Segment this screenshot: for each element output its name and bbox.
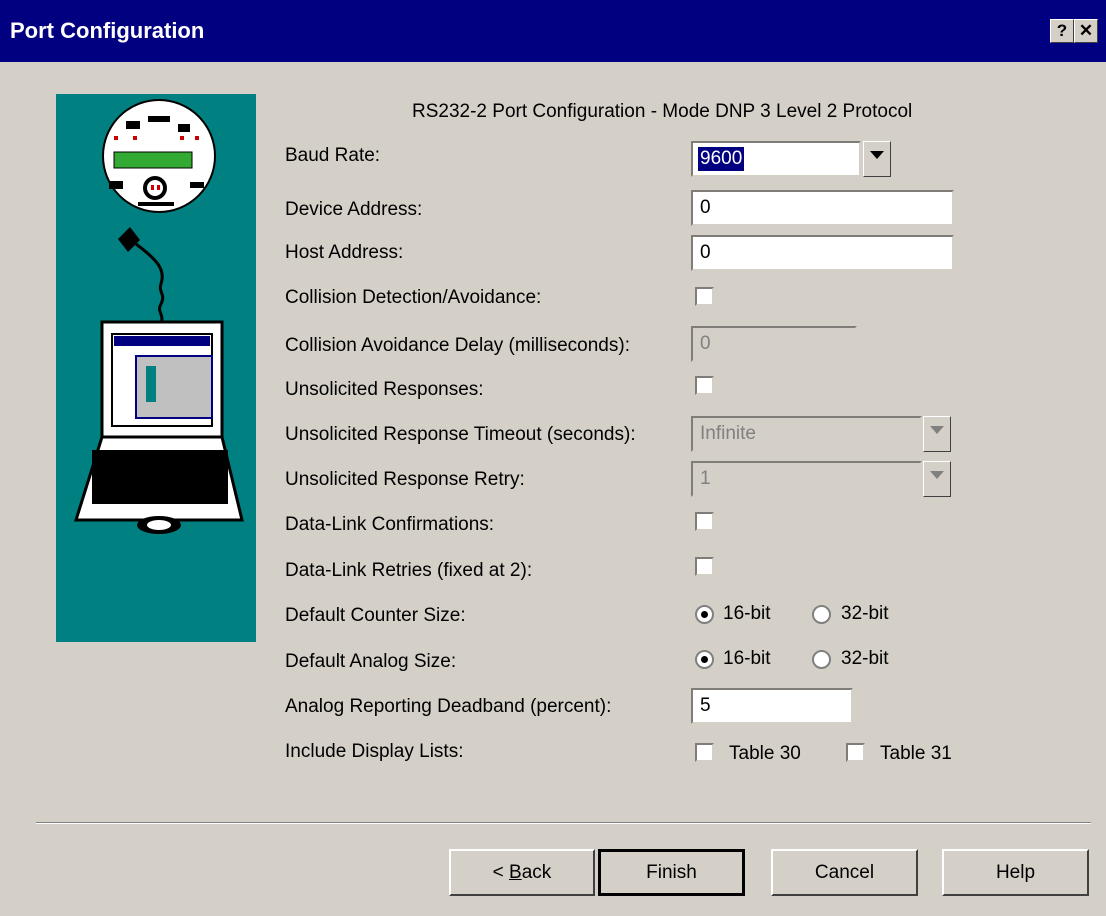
radio-selected-dot xyxy=(701,611,708,618)
table30-checkbox[interactable] xyxy=(695,743,714,762)
unsolicited-timeout-dropdown-button[interactable] xyxy=(923,416,951,452)
unsolicited-timeout-combo[interactable]: Infinite xyxy=(691,416,922,452)
window-title: Port Configuration xyxy=(10,18,205,43)
device-address-input[interactable]: 0 xyxy=(691,190,954,226)
cancel-button[interactable]: Cancel xyxy=(771,849,918,896)
datalink-retries-checkbox[interactable] xyxy=(695,557,714,576)
unsolicited-retry-label: Unsolicited Response Retry: xyxy=(285,469,525,490)
collision-detection-label: Collision Detection/Avoidance: xyxy=(285,287,542,308)
analog-size-32bit-radio[interactable] xyxy=(812,650,831,669)
collision-delay-input[interactable]: 0 xyxy=(691,326,857,362)
unsolicited-retry-combo[interactable]: 1 xyxy=(691,461,922,497)
counter-size-32bit-radio[interactable] xyxy=(812,605,831,624)
host-address-input[interactable]: 0 xyxy=(691,235,954,271)
counter-size-16bit-radio[interactable] xyxy=(695,605,714,624)
baud-rate-label: Baud Rate: xyxy=(285,145,381,166)
baud-rate-combo[interactable]: 9600 xyxy=(691,141,861,177)
unsolicited-timeout-label: Unsolicited Response Timeout (seconds): xyxy=(285,424,636,445)
laptop-icon xyxy=(73,320,244,534)
back-rest: ack xyxy=(521,862,552,883)
back-mnemonic: B xyxy=(509,862,522,883)
collision-detection-checkbox[interactable] xyxy=(695,287,714,306)
host-address-label: Host Address: xyxy=(285,242,404,263)
help-button[interactable]: Help xyxy=(942,849,1089,896)
counter-size-16bit-label: 16-bit xyxy=(723,603,771,624)
counter-size-32bit-label: 32-bit xyxy=(841,603,889,624)
display-lists-label: Include Display Lists: xyxy=(285,741,464,762)
collision-delay-label: Collision Avoidance Delay (milliseconds)… xyxy=(285,335,630,356)
chevron-down-icon xyxy=(930,426,944,434)
unsolicited-responses-label: Unsolicited Responses: xyxy=(285,379,484,400)
meter-icon xyxy=(102,99,216,213)
baud-rate-value: 9600 xyxy=(698,147,745,171)
analog-size-32bit-label: 32-bit xyxy=(841,648,889,669)
unsolicited-retry-dropdown-button[interactable] xyxy=(923,461,951,497)
analog-size-16bit-radio[interactable] xyxy=(695,650,714,669)
table30-label: Table 30 xyxy=(729,743,801,764)
baud-rate-dropdown-button[interactable] xyxy=(863,141,891,177)
chevron-down-icon xyxy=(870,151,884,159)
unsolicited-responses-checkbox[interactable] xyxy=(695,376,714,395)
datalink-confirmations-checkbox[interactable] xyxy=(695,512,714,531)
port-configuration-dialog: Port Configuration ? ✕ RS232-2 Port Conf… xyxy=(0,0,1106,916)
datalink-retries-label: Data-Link Retries (fixed at 2): xyxy=(285,560,533,581)
analog-deadband-input[interactable]: 5 xyxy=(691,688,853,724)
datalink-confirmations-label: Data-Link Confirmations: xyxy=(285,514,495,535)
back-button[interactable]: < Back xyxy=(449,849,595,896)
illustration-panel xyxy=(56,94,256,642)
analog-size-label: Default Analog Size: xyxy=(285,651,457,672)
chevron-down-icon xyxy=(930,471,944,479)
analog-size-16bit-label: 16-bit xyxy=(723,648,771,669)
finish-button[interactable]: Finish xyxy=(598,849,745,896)
dialog-subtitle: RS232-2 Port Configuration - Mode DNP 3 … xyxy=(412,101,913,122)
help-title-button[interactable]: ? xyxy=(1050,19,1074,43)
radio-selected-dot xyxy=(701,656,708,663)
counter-size-label: Default Counter Size: xyxy=(285,605,466,626)
analog-deadband-label: Analog Reporting Deadband (percent): xyxy=(285,696,612,717)
illustration xyxy=(73,99,244,534)
back-prefix: < xyxy=(492,862,510,883)
close-button[interactable]: ✕ xyxy=(1074,19,1098,43)
device-address-label: Device Address: xyxy=(285,199,423,220)
separator-highlight xyxy=(36,823,1091,824)
table31-label: Table 31 xyxy=(880,743,952,764)
cable-icon xyxy=(118,227,165,325)
table31-checkbox[interactable] xyxy=(846,743,865,762)
